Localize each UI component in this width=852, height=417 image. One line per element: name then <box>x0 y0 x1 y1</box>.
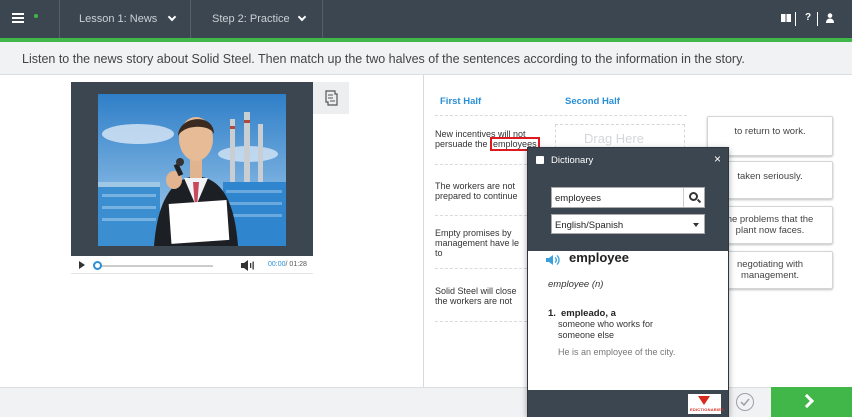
example-sentence: He is an employee of the city. <box>558 347 676 357</box>
dictionary-title: Dictionary <box>551 155 594 166</box>
book-icon[interactable] <box>781 14 791 25</box>
translation: empleado, a <box>561 308 616 319</box>
divider <box>817 12 818 26</box>
row-3-line-3: to <box>435 248 443 258</box>
dictionary-logo: EDICTIONARIES <box>688 394 724 414</box>
total-time: / 01:28 <box>285 261 307 268</box>
instruction-bar: Listen to the news story about Solid Ste… <box>0 42 852 75</box>
user-icon[interactable] <box>826 13 834 26</box>
row-divider <box>435 115 687 116</box>
divider <box>322 0 323 38</box>
check-button[interactable] <box>736 393 754 411</box>
seek-knob[interactable] <box>93 261 102 270</box>
row-divider <box>435 215 527 216</box>
divider <box>795 12 796 26</box>
row-divider <box>435 268 527 269</box>
help-icon[interactable]: ? <box>805 12 811 23</box>
lesson-chevron-down-icon <box>167 12 177 22</box>
transcript-icon <box>325 90 338 106</box>
part-of-speech: employee (n) <box>548 279 604 290</box>
dictionary-search-input[interactable]: employees <box>551 187 705 208</box>
drop-placeholder: Drag Here <box>584 131 644 146</box>
second-half-header: Second Half <box>565 96 620 107</box>
audio-player: 00:00/ 01:28 <box>71 256 313 274</box>
row-4-line-1: Solid Steel will close <box>435 286 517 296</box>
sense-number: 1. <box>548 308 556 319</box>
top-bar: Lesson 1: News Step 2: Practice ? <box>0 0 852 38</box>
divider <box>59 0 60 38</box>
row-1-line-2: persuade the <box>435 139 491 149</box>
dictionary-footer: EDICTIONARIES <box>528 390 728 417</box>
time-display: 00:00/ 01:28 <box>268 261 307 268</box>
panel-divider <box>423 75 424 387</box>
app-root: Lesson 1: News Step 2: Practice ? Listen… <box>0 0 852 417</box>
current-time: 00:00 <box>268 261 286 268</box>
row-3-line-1: Empty promises by <box>435 228 512 238</box>
first-half-header: First Half <box>440 96 482 107</box>
speaker-icon[interactable] <box>546 254 562 266</box>
dictionary-search-area: employees English/Spanish <box>528 173 728 251</box>
instruction-text: Listen to the news story about Solid Ste… <box>22 52 745 66</box>
logo-text: EDICTIONARIES <box>690 407 724 412</box>
row-2-line-1: The workers are not <box>435 181 516 191</box>
choice-4-line-2: management. <box>740 270 800 281</box>
search-value: employees <box>555 193 601 204</box>
check-icon <box>740 398 750 407</box>
dictionary-header[interactable]: Dictionary × <box>528 148 728 173</box>
lesson-label: Lesson 1: News <box>79 13 158 25</box>
lesson-dropdown[interactable]: Lesson 1: News <box>79 0 157 38</box>
play-icon[interactable] <box>79 261 85 269</box>
video-image[interactable] <box>98 94 286 246</box>
language-selected: English/Spanish <box>555 220 624 231</box>
choice-1-text: to return to work. <box>734 126 806 137</box>
choice-2-text: taken seriously. <box>737 171 803 182</box>
search-button[interactable] <box>683 188 705 207</box>
row-3-line-2: management have le <box>435 238 520 248</box>
first-half-row-1: New incentives will not persuade the emp… <box>435 129 543 151</box>
choice-4-line-1: negotiating with <box>736 259 804 270</box>
divider <box>190 0 191 38</box>
next-button[interactable] <box>771 387 852 417</box>
language-select[interactable]: English/Spanish <box>551 214 705 234</box>
row-divider <box>435 321 527 322</box>
step-dropdown[interactable]: Step 2: Practice <box>212 0 290 38</box>
next-arrow-icon <box>799 393 815 409</box>
step-chevron-down-icon <box>297 12 307 22</box>
row-2-line-2: prepared to continue <box>435 191 518 201</box>
menu-button[interactable] <box>8 8 44 32</box>
dictionary-headword: employee <box>569 250 629 265</box>
dictionary-icon <box>536 156 544 164</box>
row-4-line-2: the workers are not <box>435 296 513 306</box>
step-label: Step 2: Practice <box>212 13 290 25</box>
choice-3-line-1: he problems that the <box>726 214 814 225</box>
transcript-button[interactable] <box>313 82 349 114</box>
volume-icon[interactable] <box>241 260 255 271</box>
choice-3-line-2: plant now faces. <box>735 225 805 236</box>
seek-bar[interactable] <box>95 265 213 267</box>
row-divider <box>435 164 527 165</box>
dropdown-arrow-icon <box>693 223 699 227</box>
definition: someone who works for someone else <box>558 319 654 340</box>
close-icon[interactable]: × <box>714 152 721 166</box>
dictionary-popup: Dictionary × employees English/Spanish e… <box>527 147 729 417</box>
